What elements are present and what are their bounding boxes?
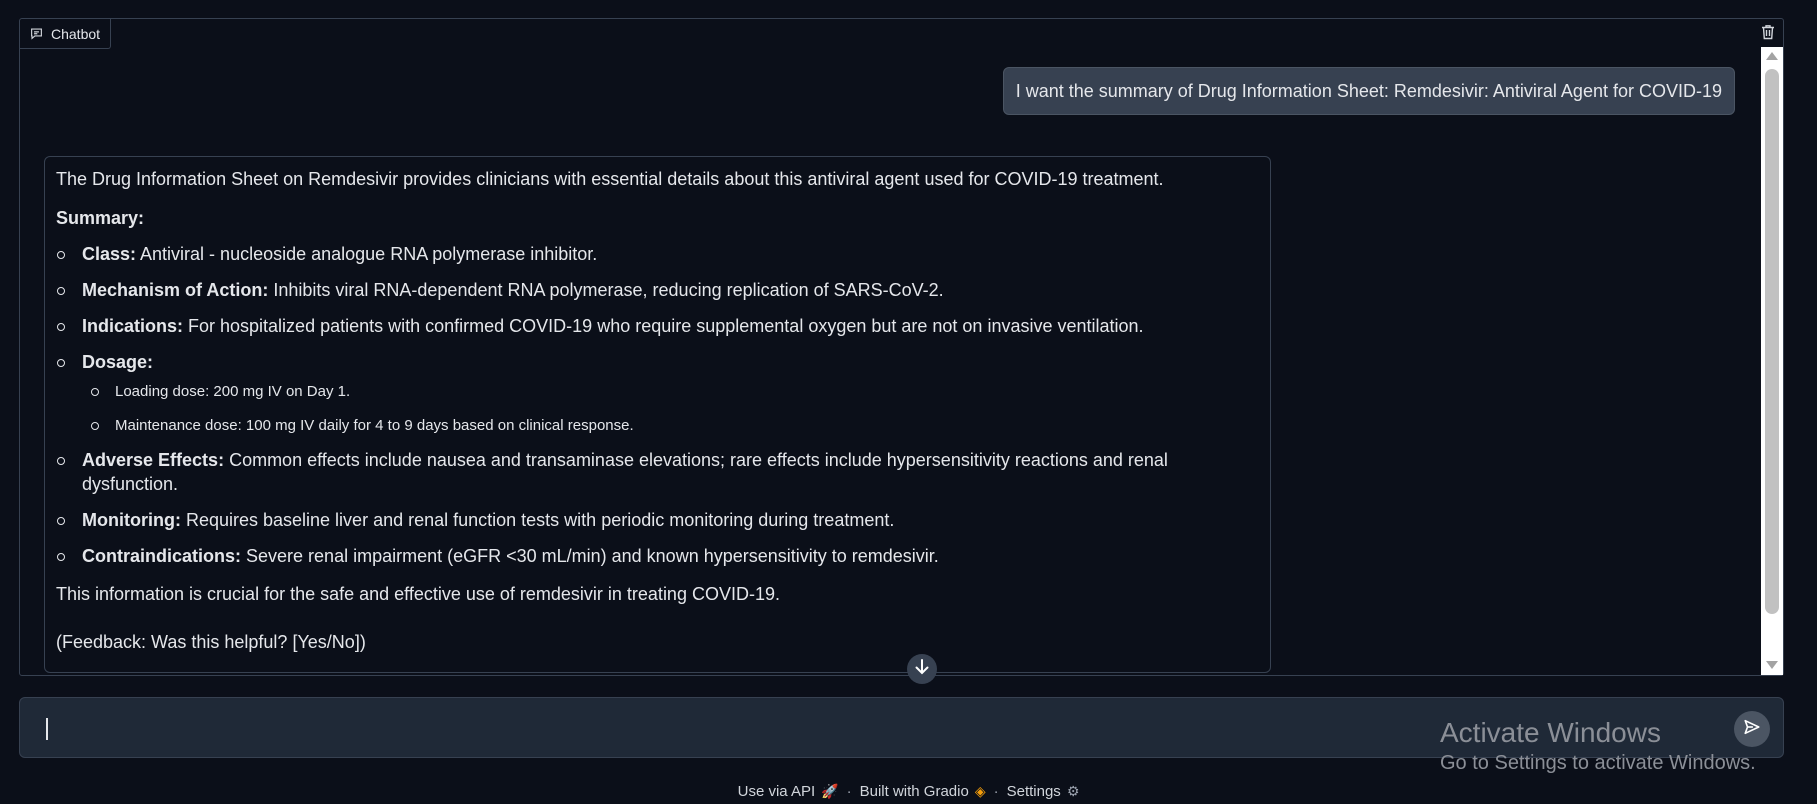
item-label: Mechanism of Action: [82,280,269,300]
list-item: Contraindications: Severe renal impairme… [56,544,1259,568]
chatbot-label-text: Chatbot [51,25,101,42]
bot-closing: This information is crucial for the safe… [56,584,780,604]
item-text: Severe renal impairment (eGFR <30 mL/min… [241,546,939,566]
item-text: Antiviral - nucleoside analogue RNA poly… [136,244,598,264]
chat-scrollbar[interactable] [1761,47,1783,675]
item-label: Class: [82,244,137,264]
scroll-to-bottom-button[interactable] [907,654,937,684]
use-via-api-link[interactable]: Use via API 🚀 [738,783,839,800]
item-label: Dosage: [82,352,154,372]
sublist-item: Loading dose: 200 mg IV on Day 1. [82,382,1259,402]
scroll-up-arrow-icon[interactable] [1766,52,1778,60]
footer: Use via API 🚀 · Built with Gradio ◈ · Se… [0,780,1817,802]
footer-separator: · [846,782,852,800]
text-caret [46,718,48,740]
settings-link[interactable]: Settings ⚙ [1007,783,1080,800]
user-message: I want the summary of Drug Information S… [1002,67,1735,115]
chatbot-label: Chatbot [20,19,112,49]
rocket-icon: 🚀 [821,782,839,799]
item-text: Inhibits viral RNA-dependent RNA polymer… [268,280,944,300]
gradio-logo-icon: ◈ [974,782,986,799]
bot-feedback: (Feedback: Was this helpful? [Yes/No]) [56,632,366,652]
list-item: Dosage: Loading dose: 200 mg IV on Day 1… [56,350,1259,436]
list-item: Mechanism of Action: Inhibits viral RNA-… [56,278,1259,302]
arrow-down-icon [914,658,930,681]
item-label: Indications: [82,316,184,336]
list-item: Class: Antiviral - nucleoside analogue R… [56,242,1259,266]
bot-intro: The Drug Information Sheet on Remdesivir… [56,169,1164,189]
item-label: Monitoring: [82,510,181,530]
dosage-sublist: Loading dose: 200 mg IV on Day 1. Mainte… [82,382,1259,436]
list-item: Monitoring: Requires baseline liver and … [56,508,1259,532]
trash-icon [1761,24,1775,45]
item-text: Common effects include nausea and transa… [82,450,1168,494]
scrollbar-thumb[interactable] [1765,69,1779,614]
summary-list: Class: Antiviral - nucleoside analogue R… [56,242,1259,568]
item-text: Requires baseline liver and renal functi… [180,510,895,530]
user-message-text: I want the summary of Drug Information S… [1015,80,1722,101]
item-text: For hospitalized patients with confirmed… [183,316,1144,336]
api-link-label: Use via API [737,782,816,800]
gear-icon: ⚙ [1066,782,1080,799]
built-with-gradio-link[interactable]: Built with Gradio ◈ [860,783,986,800]
sublist-item: Maintenance dose: 100 mg IV daily for 4 … [82,416,1259,436]
chat-icon [30,27,43,40]
watermark-title: Activate Windows [1440,717,1661,748]
summary-heading: Summary: [56,208,145,228]
scroll-down-arrow-icon[interactable] [1766,661,1778,669]
bot-message: The Drug Information Sheet on Remdesivir… [44,156,1271,673]
clear-chat-button[interactable] [1755,21,1781,47]
item-label: Adverse Effects: [82,450,225,470]
chatbot-panel: Chatbot I want the summary of Drug Infor… [19,18,1784,684]
gradio-link-label: Built with Gradio [859,782,969,800]
list-item: Indications: For hospitalized patients w… [56,314,1259,338]
activate-windows-watermark: Activate Windows Go to Settings to activ… [1440,716,1756,776]
item-label: Contraindications: [82,546,242,566]
footer-separator: · [993,782,999,800]
watermark-subtitle: Go to Settings to activate Windows. [1440,752,1756,774]
settings-link-label: Settings [1006,782,1061,800]
list-item: Adverse Effects: Common effects include … [56,448,1259,496]
